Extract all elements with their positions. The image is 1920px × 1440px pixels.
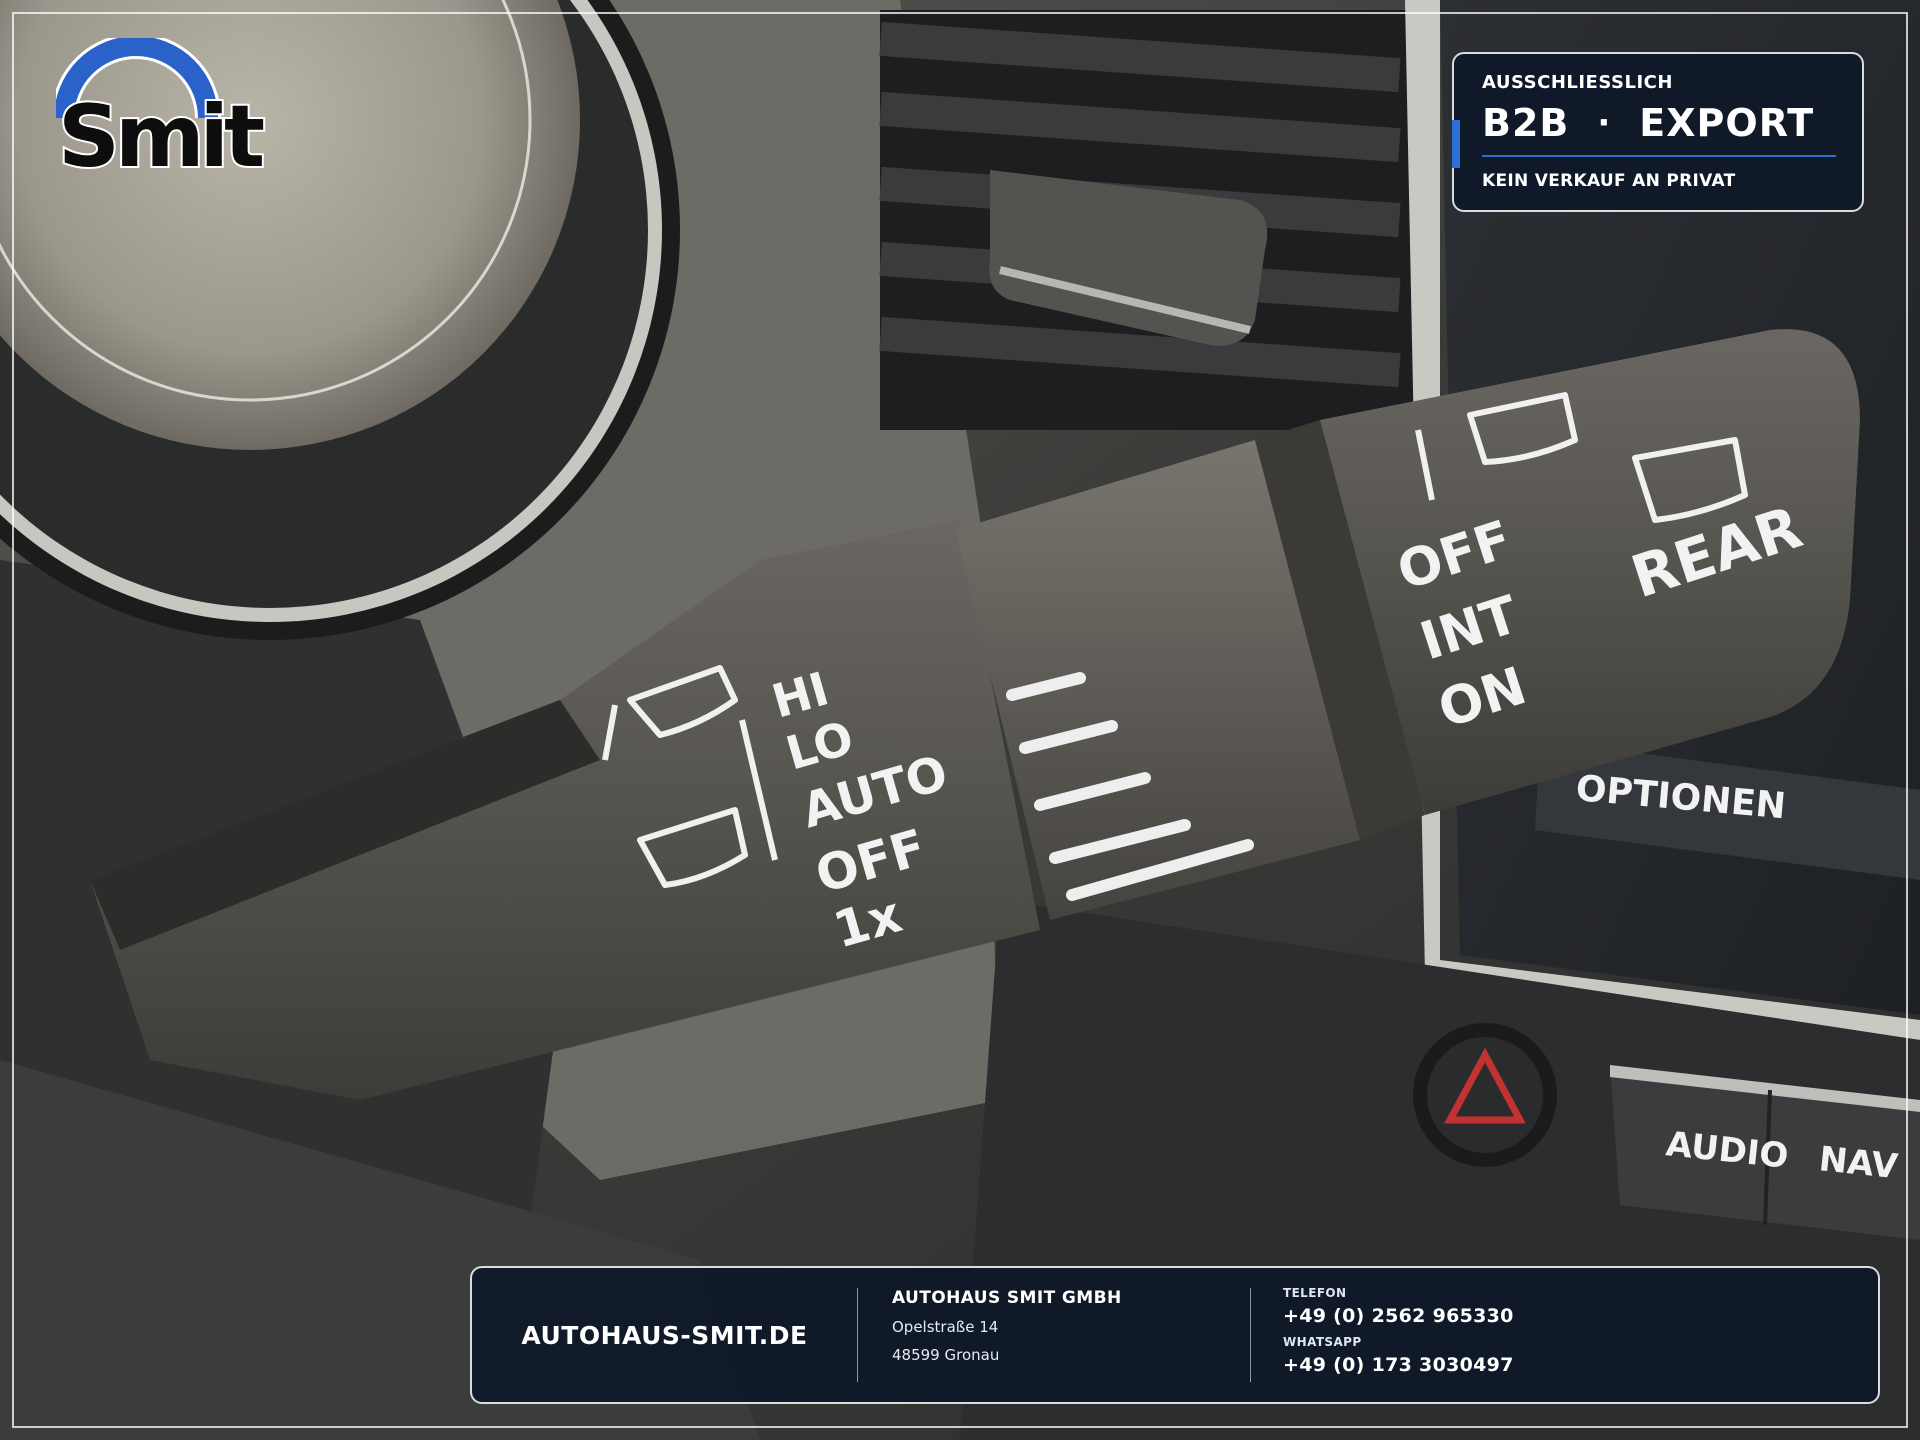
badge-headline: B2B · EXPORT (1482, 101, 1834, 145)
company-name: AUTOHAUS SMIT GMBH (892, 1288, 1122, 1308)
badge-divider (1482, 155, 1836, 157)
badge-top-line: AUSSCHLIESSLICH (1482, 72, 1673, 93)
badge-b2b: B2B (1482, 101, 1570, 145)
car-interior-photo: OPTIONEN AUDIO NAV HI LO AUTO OFF 1x OFF… (0, 0, 1920, 1440)
website-link[interactable]: AUTOHAUS-SMIT.DE (472, 1268, 857, 1402)
badge-separator: · (1597, 103, 1612, 143)
dealer-footer-bar: AUTOHAUS-SMIT.DE AUTOHAUS SMIT GMBH Opel… (470, 1266, 1880, 1404)
badge-accent-bar (1452, 120, 1460, 168)
address-block: AUTOHAUS SMIT GMBH Opelstraße 14 48599 G… (858, 1268, 1250, 1402)
smit-logo: Smit (56, 38, 276, 188)
phone-label: TELEFON (1283, 1286, 1347, 1300)
phone-number[interactable]: +49 (0) 2562 965330 (1283, 1305, 1514, 1327)
street-address: Opelstraße 14 (892, 1318, 999, 1336)
whatsapp-label: WHATSAPP (1283, 1335, 1362, 1349)
b2b-export-badge: AUSSCHLIESSLICH B2B · EXPORT KEIN VERKAU… (1452, 52, 1864, 212)
city-address: 48599 Gronau (892, 1346, 1000, 1364)
nav-label: NAV (1817, 1139, 1900, 1187)
badge-sub-line: KEIN VERKAUF AN PRIVAT (1482, 171, 1736, 191)
logo-text: Smit (56, 87, 267, 187)
badge-export: EXPORT (1639, 101, 1815, 145)
contact-block: TELEFON +49 (0) 2562 965330 WHATSAPP +49… (1251, 1268, 1514, 1402)
whatsapp-number[interactable]: +49 (0) 173 3030497 (1283, 1354, 1514, 1376)
